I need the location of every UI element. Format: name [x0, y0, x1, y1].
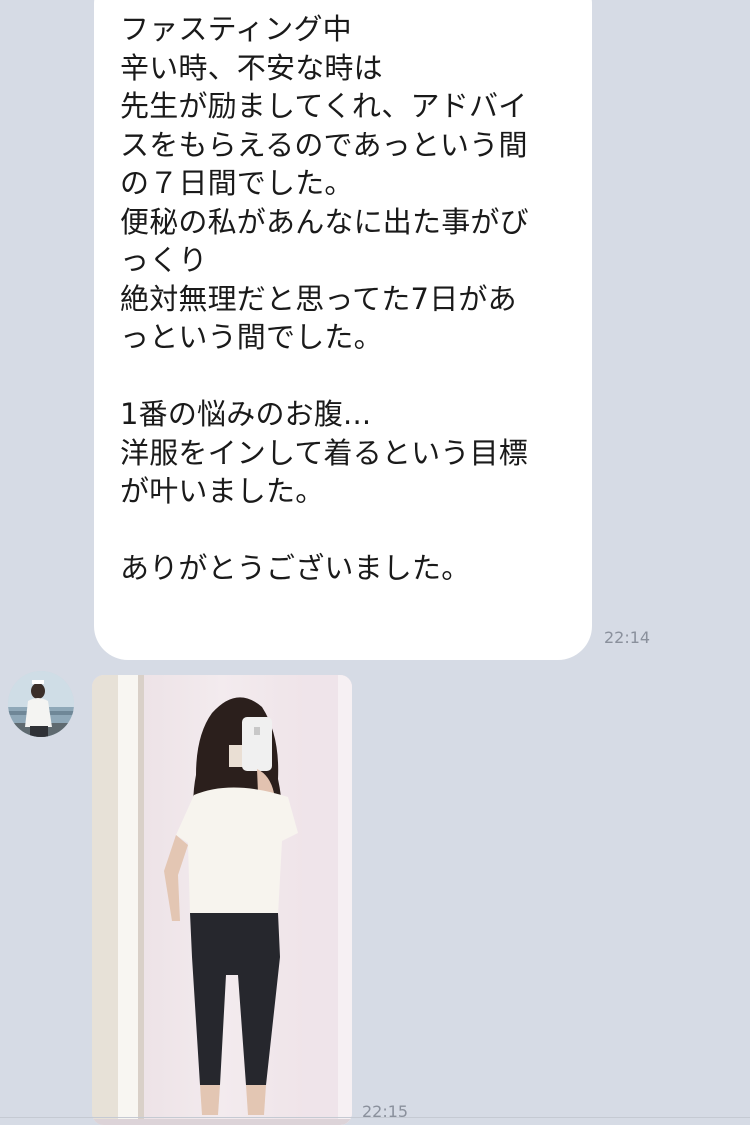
message-bubble-text[interactable]: ファスティング中 辛い時、不安な時は 先生が励ましてくれ、アドバイ スをもらえる…: [94, 0, 592, 660]
sender-avatar[interactable]: [8, 671, 74, 737]
image-timestamp: 22:15: [362, 1102, 409, 1121]
chat-view: ファスティング中 辛い時、不安な時は 先生が励ましてくれ、アドバイ スをもらえる…: [0, 0, 750, 1125]
photo-image: [92, 675, 352, 1125]
message-image[interactable]: [92, 675, 352, 1125]
message-text: ファスティング中 辛い時、不安な時は 先生が励ましてくれ、アドバイ スをもらえる…: [120, 12, 529, 585]
message-timestamp: 22:14: [604, 628, 651, 647]
avatar-image: [8, 671, 74, 737]
